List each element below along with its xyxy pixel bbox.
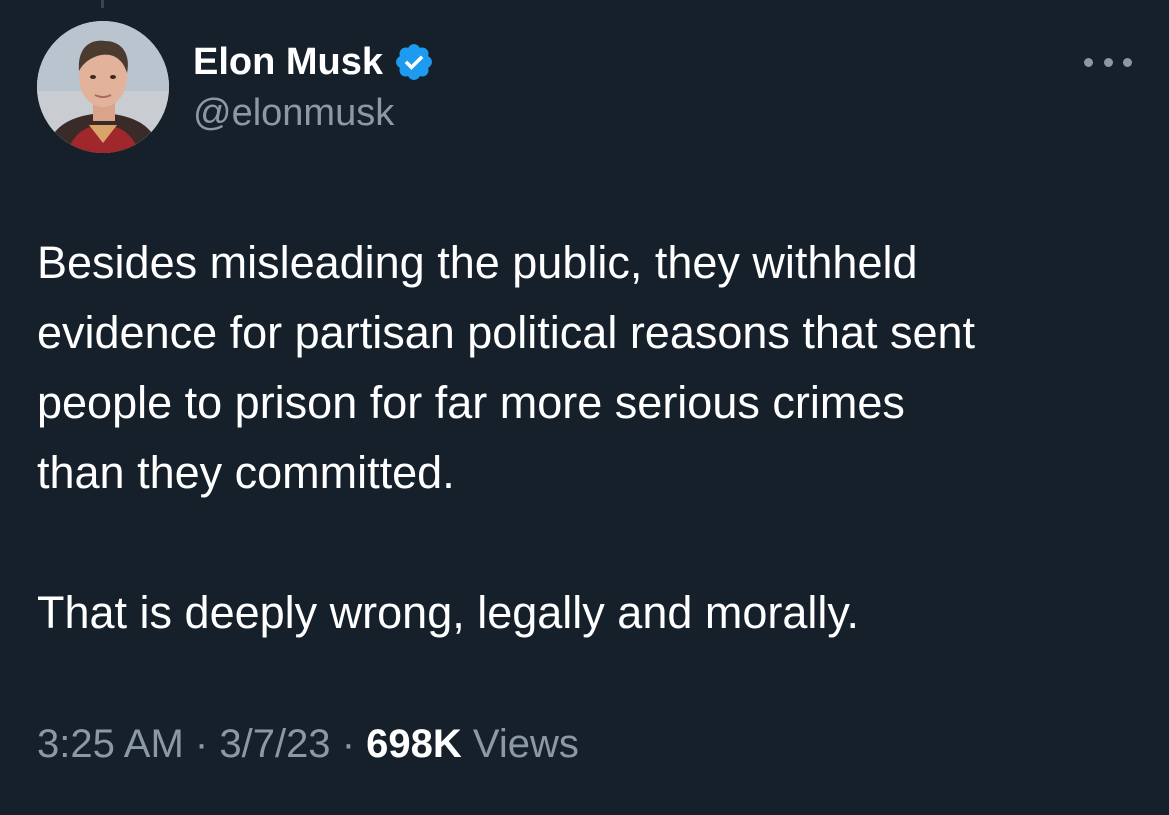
tweet-text-line: people to prison for far more serious cr…: [37, 377, 905, 428]
thread-connector-line: [101, 0, 104, 8]
more-dot: [1103, 57, 1113, 67]
tweet-text-line: Besides misleading the public, they with…: [37, 237, 918, 288]
tweet-date[interactable]: 3/7/23: [219, 722, 330, 766]
avatar[interactable]: [37, 21, 169, 153]
tweet-text-line: than they committed.: [37, 447, 455, 498]
author-display-name[interactable]: Elon Musk: [193, 41, 383, 84]
views-label[interactable]: Views: [473, 722, 579, 766]
more-dot: [1084, 57, 1093, 67]
meta-separator: ·: [194, 722, 209, 766]
verified-badge-icon: [393, 41, 435, 83]
tweet-text-line: evidence for partisan political reasons …: [37, 307, 976, 358]
tweet-text: Besides misleading the public, they with…: [37, 228, 1137, 648]
author-handle[interactable]: @elonmusk: [193, 92, 394, 135]
views-count[interactable]: 698K: [366, 722, 462, 766]
meta-separator: ·: [341, 722, 356, 766]
avatar-image: [37, 21, 169, 153]
author-name-row[interactable]: Elon Musk: [193, 38, 435, 86]
tweet-time[interactable]: 3:25 AM: [37, 722, 184, 766]
tweet-metadata: 3:25 AM · 3/7/23 · 698K Views: [37, 722, 579, 767]
more-options-icon[interactable]: [1084, 50, 1132, 74]
more-dot: [1123, 57, 1132, 67]
tweet-closing-line: That is deeply wrong, legally and morall…: [37, 587, 860, 638]
